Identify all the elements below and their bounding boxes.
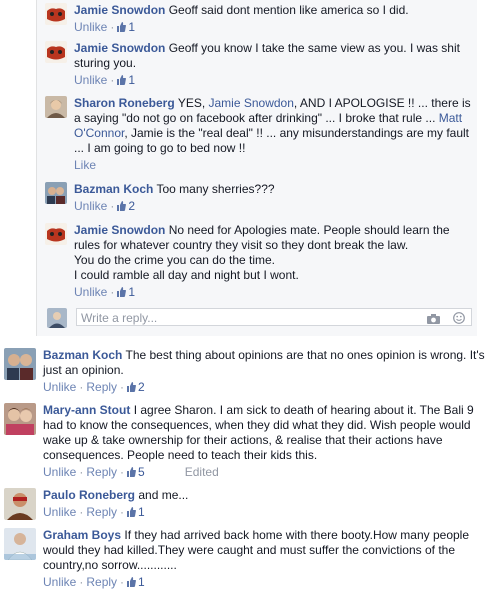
avatar-jamie-snowdon[interactable] xyxy=(45,223,67,245)
unlike-link[interactable]: Unlike xyxy=(43,380,76,394)
avatar-bazman-koch[interactable] xyxy=(45,182,67,204)
unlike-link[interactable]: Unlike xyxy=(43,575,76,589)
comment-actions: Unlike · Reply · 2 xyxy=(43,380,145,394)
reply-link[interactable]: Reply xyxy=(86,575,117,589)
like-count[interactable]: 1 xyxy=(128,20,135,34)
reply-text-line: You do the crime you can do the time. xyxy=(74,253,276,267)
avatar-current-user xyxy=(47,308,67,328)
avatar-paulo-roneberg[interactable] xyxy=(4,488,36,520)
unlike-link[interactable]: Unlike xyxy=(43,465,76,479)
like-count[interactable]: 1 xyxy=(128,285,135,299)
comment-author[interactable]: Graham Boys xyxy=(43,528,121,542)
comment-actions: Unlike · Reply · 5 Edited xyxy=(43,465,219,479)
reply-actions: Unlike · 1 xyxy=(74,73,136,87)
like-count[interactable]: 1 xyxy=(138,505,145,519)
like-thumb-icon xyxy=(117,287,126,297)
comment-actions: Unlike · Reply · 1 xyxy=(43,505,145,519)
unlike-link[interactable]: Unlike xyxy=(74,285,107,299)
reply-text: Geoff said dont mention like america so … xyxy=(168,3,409,17)
reply-actions: Unlike · 1 xyxy=(74,285,136,299)
reply-input[interactable]: Write a reply... xyxy=(76,308,472,326)
reply-text: Too many sherries??? xyxy=(156,182,275,196)
reply-text: YES, xyxy=(177,96,209,110)
unlike-link[interactable]: Unlike xyxy=(43,505,76,519)
reply-placeholder: Write a reply... xyxy=(81,311,158,325)
reply-author[interactable]: Sharon Roneberg xyxy=(74,96,175,110)
mention-jamie-snowdon[interactable]: Jamie Snowdon xyxy=(209,96,294,110)
reply-actions: Unlike · 1 xyxy=(74,20,136,34)
reply-composer: Write a reply... xyxy=(47,308,472,328)
comment-text: and me... xyxy=(138,488,189,502)
like-thumb-icon xyxy=(117,75,126,85)
like-thumb-icon xyxy=(127,467,136,477)
like-count[interactable]: 1 xyxy=(138,575,145,589)
reply-author[interactable]: Jamie Snowdon xyxy=(74,223,165,237)
comment-actions: Unlike · Reply · 1 xyxy=(43,575,145,589)
comment-author[interactable]: Paulo Roneberg xyxy=(43,488,135,502)
avatar-bazman-koch[interactable] xyxy=(4,348,36,380)
reply-link[interactable]: Reply xyxy=(86,380,117,394)
reply-author[interactable]: Bazman Koch xyxy=(74,182,153,196)
like-link[interactable]: Like xyxy=(74,158,96,172)
smiley-icon[interactable] xyxy=(453,311,465,329)
like-thumb-icon xyxy=(127,382,136,392)
comment-author[interactable]: Mary-ann Stout xyxy=(43,403,130,417)
reply-link[interactable]: Reply xyxy=(86,505,117,519)
reply-text: , Jamie is the "real deal" !! ... any mi… xyxy=(74,126,470,155)
like-count[interactable]: 2 xyxy=(128,199,135,213)
reply-actions: Like xyxy=(74,158,476,173)
reply-author[interactable]: Jamie Snowdon xyxy=(74,41,165,55)
reply-text-line: I could ramble all day and night but I w… xyxy=(74,268,299,282)
like-thumb-icon xyxy=(127,577,136,587)
camera-icon[interactable] xyxy=(426,311,440,329)
like-thumb-icon xyxy=(127,507,136,517)
avatar-mary-ann-stout[interactable] xyxy=(4,403,36,435)
reply-thread: Jamie Snowdon Geoff said dont mention li… xyxy=(36,0,477,336)
like-thumb-icon xyxy=(117,22,126,32)
unlike-link[interactable]: Unlike xyxy=(74,199,107,213)
like-count[interactable]: 5 xyxy=(138,465,145,479)
like-count[interactable]: 2 xyxy=(138,380,145,394)
avatar-sharon-roneberg[interactable] xyxy=(45,96,67,118)
unlike-link[interactable]: Unlike xyxy=(74,73,107,87)
edited-label[interactable]: Edited xyxy=(185,465,219,479)
reply-actions: Unlike · 2 xyxy=(74,199,136,213)
reply-author[interactable]: Jamie Snowdon xyxy=(74,3,165,17)
like-count[interactable]: 1 xyxy=(128,73,135,87)
reply-link[interactable]: Reply xyxy=(86,465,117,479)
like-thumb-icon xyxy=(117,201,126,211)
avatar-graham-boys[interactable] xyxy=(4,528,36,560)
avatar-jamie-snowdon[interactable] xyxy=(45,41,67,63)
comment-author[interactable]: Bazman Koch xyxy=(43,348,122,362)
unlike-link[interactable]: Unlike xyxy=(74,20,107,34)
avatar-jamie-snowdon[interactable] xyxy=(45,3,67,25)
